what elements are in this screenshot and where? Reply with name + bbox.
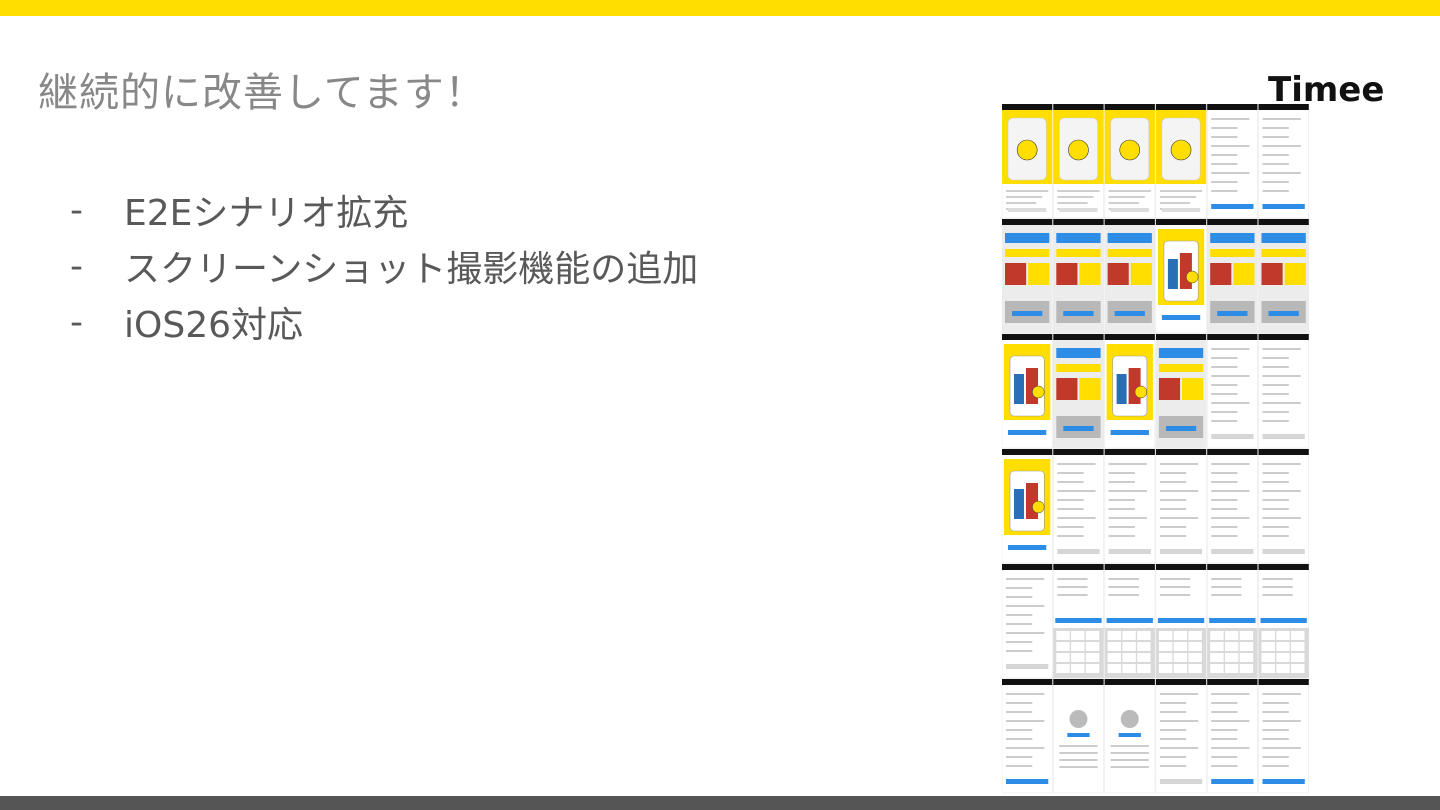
- bottom-footer-bar: [0, 796, 1440, 810]
- screenshot-thumbnail: [1053, 678, 1104, 794]
- screenshot-thumbnail: [1155, 104, 1207, 219]
- screenshot-thumbnail: [1155, 448, 1207, 564]
- screenshot-thumbnail: [1258, 563, 1310, 679]
- screenshot-thumbnail: [1206, 104, 1258, 219]
- screenshot-thumbnail: [1002, 563, 1053, 679]
- screenshot-thumbnail: [1258, 218, 1310, 334]
- bullet-marker: -: [70, 245, 83, 287]
- screenshot-thumbnail: [1155, 333, 1207, 449]
- screenshot-thumbnail: [1104, 333, 1156, 449]
- screenshot-thumbnail: [1053, 104, 1104, 219]
- screenshot-thumbnail: [1104, 448, 1156, 564]
- bullet-text: iOS26対応: [124, 305, 303, 346]
- screenshot-thumbnail: [1053, 563, 1104, 679]
- bullet-text: スクリーンショット撮影機能の追加: [124, 249, 699, 290]
- screenshot-thumbnail: [1053, 218, 1104, 334]
- screenshot-thumbnail: [1258, 448, 1310, 564]
- screenshot-thumbnail: [1155, 563, 1207, 679]
- bullet-item: - iOS26対応: [70, 294, 698, 350]
- screenshot-thumbnail: [1053, 333, 1104, 449]
- bullet-item: - スクリーンショット撮影機能の追加: [70, 238, 698, 294]
- screenshot-thumbnail: [1155, 218, 1207, 334]
- screenshot-thumbnail: [1104, 678, 1156, 794]
- screenshot-thumbnail: [1206, 333, 1258, 449]
- screenshot-thumbnail: [1206, 678, 1258, 794]
- app-screenshot-grid: [1002, 104, 1310, 796]
- screenshot-thumbnail: [1258, 104, 1310, 219]
- bullet-marker: -: [70, 301, 83, 343]
- bullet-text: E2Eシナリオ拡充: [124, 193, 409, 234]
- screenshot-thumbnail: [1053, 448, 1104, 564]
- screenshot-thumbnail: [1104, 563, 1156, 679]
- screenshot-thumbnail: [1002, 104, 1053, 219]
- screenshot-thumbnail: [1155, 678, 1207, 794]
- screenshot-thumbnail: [1002, 218, 1053, 334]
- screenshot-thumbnail: [1206, 218, 1258, 334]
- screenshot-thumbnail: [1206, 448, 1258, 564]
- bullet-marker: -: [70, 189, 83, 231]
- screenshot-thumbnail: [1002, 678, 1053, 794]
- screenshot-thumbnail: [1206, 563, 1258, 679]
- screenshot-thumbnail: [1104, 218, 1156, 334]
- bullet-item: - E2Eシナリオ拡充: [70, 182, 698, 238]
- screenshot-thumbnail: [1002, 448, 1053, 564]
- screenshot-thumbnail: [1258, 678, 1310, 794]
- top-accent-bar: [0, 0, 1440, 16]
- bullet-list: - E2Eシナリオ拡充 - スクリーンショット撮影機能の追加 - iOS26対応: [70, 182, 698, 350]
- screenshot-thumbnail: [1258, 333, 1310, 449]
- screenshot-thumbnail: [1104, 104, 1156, 219]
- screenshot-thumbnail: [1002, 333, 1053, 449]
- slide-title: 継続的に改善してます！: [38, 70, 486, 116]
